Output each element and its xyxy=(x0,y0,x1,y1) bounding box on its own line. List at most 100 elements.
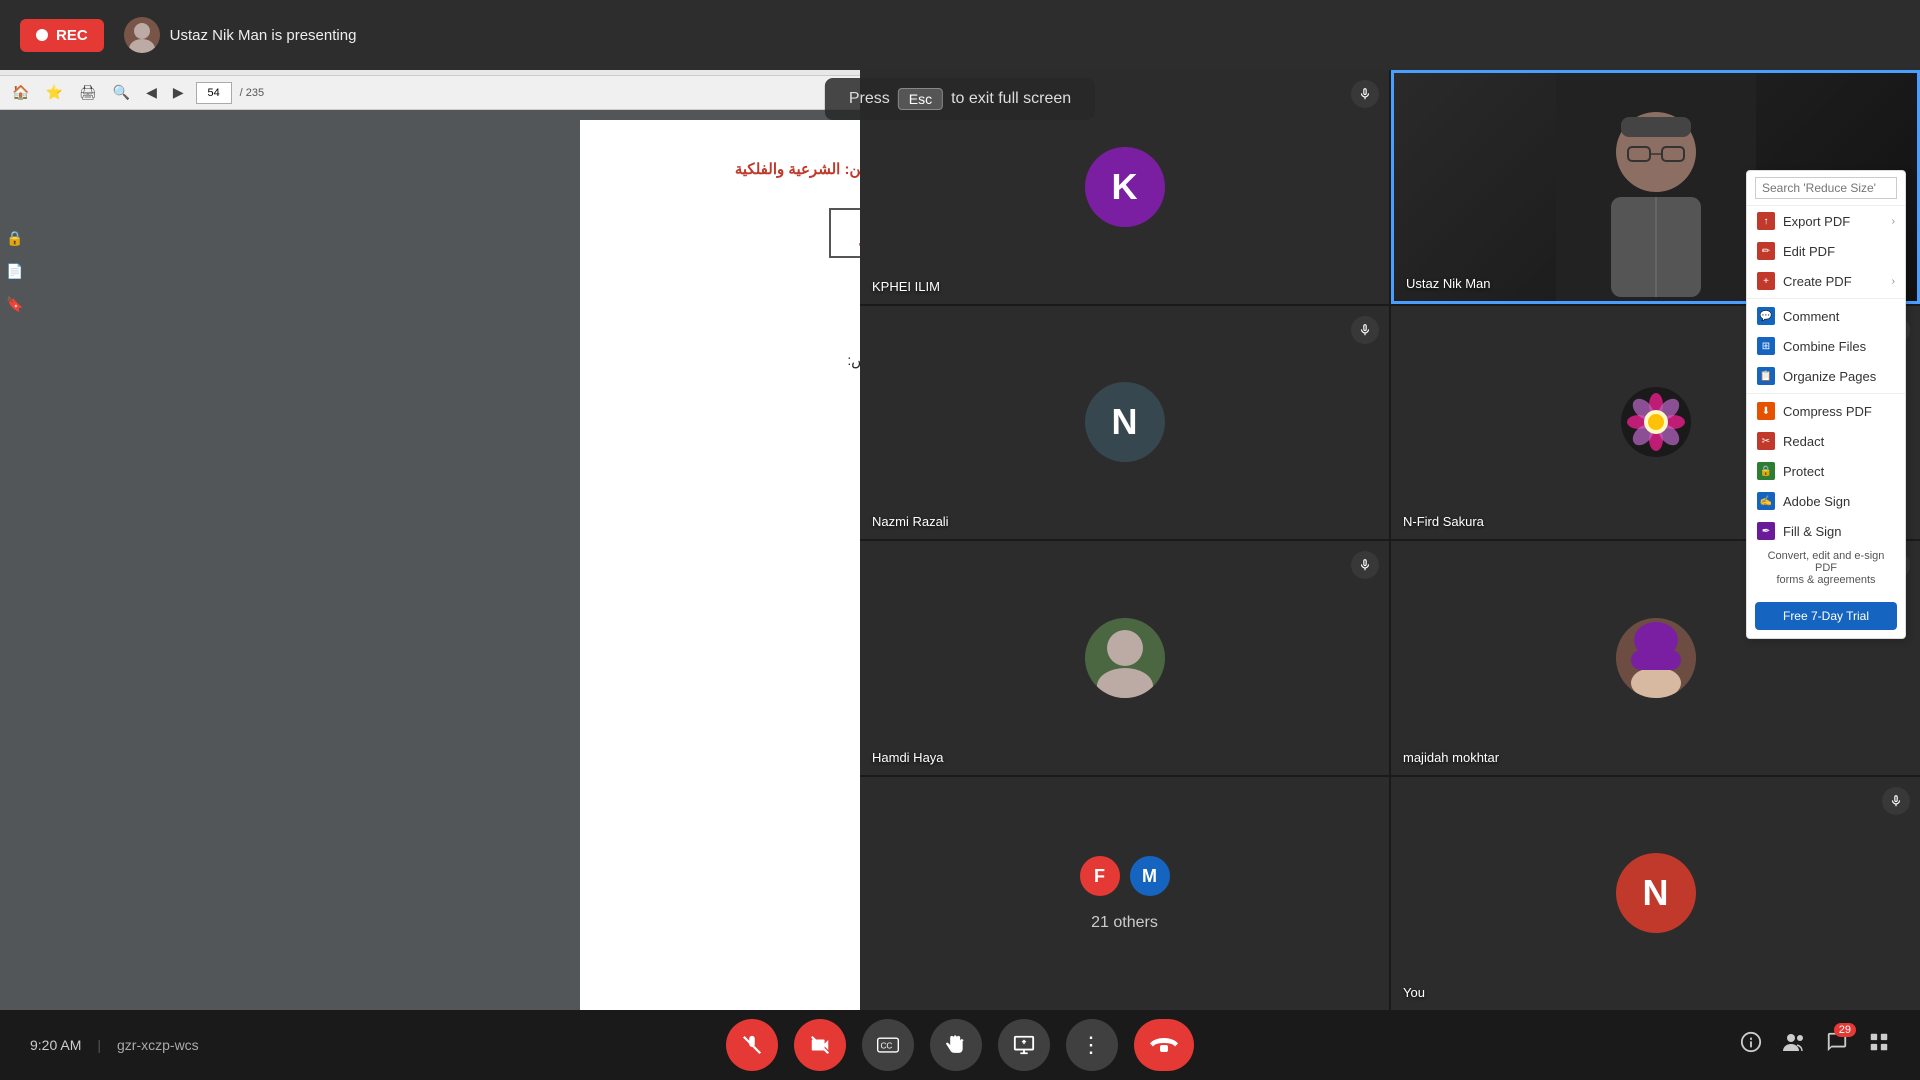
more-dots: ⋮ xyxy=(1080,1032,1104,1058)
participants-btn[interactable] xyxy=(1782,1031,1806,1059)
meeting-id: gzr-xczp-wcs xyxy=(117,1037,199,1053)
bottom-center: CC ⋮ xyxy=(726,1019,1194,1071)
ctx-organize-label: Organize Pages xyxy=(1783,369,1876,384)
presenter-text: Ustaz Nik Man is presenting xyxy=(170,27,357,44)
ctx-export-label: Export PDF xyxy=(1783,214,1850,229)
sidebar-bookmark2-icon[interactable]: 🔖 xyxy=(6,296,23,313)
ctx-organize[interactable]: 📋 Organize Pages xyxy=(1747,361,1905,391)
avatar-majidah-mokhtar xyxy=(1616,618,1696,698)
ctx-edit-label: Edit PDF xyxy=(1783,244,1835,259)
page-input[interactable] xyxy=(196,82,232,104)
ctx-fill-sign[interactable]: ✒ Fill & Sign xyxy=(1747,516,1905,546)
ctx-redact-label: Redact xyxy=(1783,434,1824,449)
chat-btn[interactable]: 29 xyxy=(1826,1031,1848,1059)
mute-hamdi-haya xyxy=(1351,551,1379,579)
ctx-create-label: Create PDF xyxy=(1783,274,1852,289)
others-avatars: F M xyxy=(1078,854,1172,898)
ctx-adobe-sign[interactable]: ✍ Adobe Sign xyxy=(1747,486,1905,516)
fill-sign-icon: ✒ xyxy=(1757,522,1775,540)
avatar-hamdi-haya xyxy=(1085,618,1165,698)
meeting-time: 9:20 AM xyxy=(30,1037,81,1053)
edit-icon: ✏ xyxy=(1757,242,1775,260)
avatar-you: N xyxy=(1616,853,1696,933)
ctx-combine[interactable]: ⊞ Combine Files xyxy=(1747,331,1905,361)
pdf-left-sidebar: 🔒 📄 🔖 xyxy=(0,220,30,323)
end-call-btn[interactable] xyxy=(1134,1019,1194,1071)
raise-hand-btn[interactable] xyxy=(930,1019,982,1071)
ctx-divider-1 xyxy=(1747,298,1905,299)
ctx-fill-sign-label: Fill & Sign xyxy=(1783,524,1842,539)
bottom-bar: 9:20 AM | gzr-xczp-wcs CC xyxy=(0,1010,1920,1080)
others-mini-avatar-m: M xyxy=(1128,854,1172,898)
nav-next-icon[interactable]: ▶ xyxy=(169,82,188,103)
others-mini-avatar-f: F xyxy=(1078,854,1122,898)
combine-icon: ⊞ xyxy=(1757,337,1775,355)
ctx-redact[interactable]: ✂ Redact xyxy=(1747,426,1905,456)
ctx-combine-label: Combine Files xyxy=(1783,339,1866,354)
avatar-kphei-ilim: K xyxy=(1085,147,1165,227)
others-count: 21 others xyxy=(1091,914,1158,932)
camera-btn[interactable] xyxy=(794,1019,846,1071)
presenter-avatar xyxy=(124,17,160,53)
ctx-compress[interactable]: ⬇ Compress PDF xyxy=(1747,396,1905,426)
name-nfird-sakura: N-Fird Sakura xyxy=(1403,514,1484,529)
more-options-btn[interactable]: ⋮ xyxy=(1066,1019,1118,1071)
redact-icon: ✂ xyxy=(1757,432,1775,450)
sidebar-lock-icon[interactable]: 🔒 xyxy=(6,230,23,247)
hint-suffix: to exit full screen xyxy=(951,90,1071,108)
avatar-nazmi-razali: N xyxy=(1085,382,1165,462)
activities-btn[interactable] xyxy=(1868,1031,1890,1059)
bottom-right: 29 xyxy=(1740,1031,1890,1059)
captions-btn[interactable]: CC xyxy=(862,1019,914,1071)
ctx-edit-pdf[interactable]: ✏ Edit PDF xyxy=(1747,236,1905,266)
rec-dot xyxy=(36,29,48,41)
comment-icon: 💬 xyxy=(1757,307,1775,325)
ctx-divider-2 xyxy=(1747,393,1905,394)
tile-you: N You xyxy=(1391,777,1920,1011)
ctx-protect[interactable]: 🔒 Protect xyxy=(1747,456,1905,486)
ctx-create-arrow: › xyxy=(1892,276,1895,287)
name-kphei-ilim: KPHEI ILIM xyxy=(872,279,940,294)
mute-kphei-ilim xyxy=(1351,80,1379,108)
ctx-comment-label: Comment xyxy=(1783,309,1839,324)
avatar-nfird-sakura xyxy=(1616,382,1696,462)
name-hamdi-haya: Hamdi Haya xyxy=(872,750,944,765)
ctx-create-pdf[interactable]: + Create PDF › xyxy=(1747,266,1905,296)
nav-bookmark-icon[interactable]: ⭐ xyxy=(41,82,66,103)
mute-nazmi-razali xyxy=(1351,316,1379,344)
chat-badge: 29 xyxy=(1834,1023,1856,1037)
present-btn[interactable] xyxy=(998,1019,1050,1071)
name-nazmi-razali: Nazmi Razali xyxy=(872,514,949,529)
nav-print-icon[interactable]: 🖨 xyxy=(75,82,101,103)
svg-text:CC: CC xyxy=(880,1041,892,1050)
info-btn[interactable] xyxy=(1740,1031,1762,1059)
top-bar: REC Ustaz Nik Man is presenting xyxy=(0,0,1920,70)
tile-hamdi-haya: Hamdi Haya xyxy=(860,541,1389,775)
organize-icon: 📋 xyxy=(1757,367,1775,385)
ctx-comment[interactable]: 💬 Comment xyxy=(1747,301,1905,331)
mute-you xyxy=(1882,787,1910,815)
tile-nazmi-razali: N Nazmi Razali xyxy=(860,306,1389,540)
context-search xyxy=(1747,171,1905,206)
context-search-input[interactable] xyxy=(1755,177,1897,199)
bottom-left: 9:20 AM | gzr-xczp-wcs xyxy=(30,1037,199,1053)
pdf-context-menu: ↑ Export PDF › ✏ Edit PDF + Create PDF ›… xyxy=(1746,170,1906,639)
ctx-export-arrow: › xyxy=(1892,216,1895,227)
protect-icon: 🔒 xyxy=(1757,462,1775,480)
name-majidah-mokhtar: majidah mokhtar xyxy=(1403,750,1499,765)
nav-home-icon[interactable]: 🏠 xyxy=(8,82,33,103)
sidebar-pages-icon[interactable]: 📄 xyxy=(6,263,23,280)
export-icon: ↑ xyxy=(1757,212,1775,230)
nav-zoom-icon[interactable]: 🔍 xyxy=(109,82,134,103)
ctx-adobe-sign-label: Adobe Sign xyxy=(1783,494,1850,509)
page-total: / 235 xyxy=(240,87,264,99)
ctx-compress-label: Compress PDF xyxy=(1783,404,1872,419)
mute-btn[interactable] xyxy=(726,1019,778,1071)
rec-button[interactable]: REC xyxy=(20,19,104,52)
ctx-bottom-text: Convert, edit and e-sign PDFforms & agre… xyxy=(1747,546,1905,594)
name-you: You xyxy=(1403,985,1425,1000)
ctx-protect-label: Protect xyxy=(1783,464,1824,479)
ctx-export-pdf[interactable]: ↑ Export PDF › xyxy=(1747,206,1905,236)
ctx-trial-btn[interactable]: Free 7-Day Trial xyxy=(1755,602,1897,630)
nav-prev-icon[interactable]: ◀ xyxy=(142,82,161,103)
